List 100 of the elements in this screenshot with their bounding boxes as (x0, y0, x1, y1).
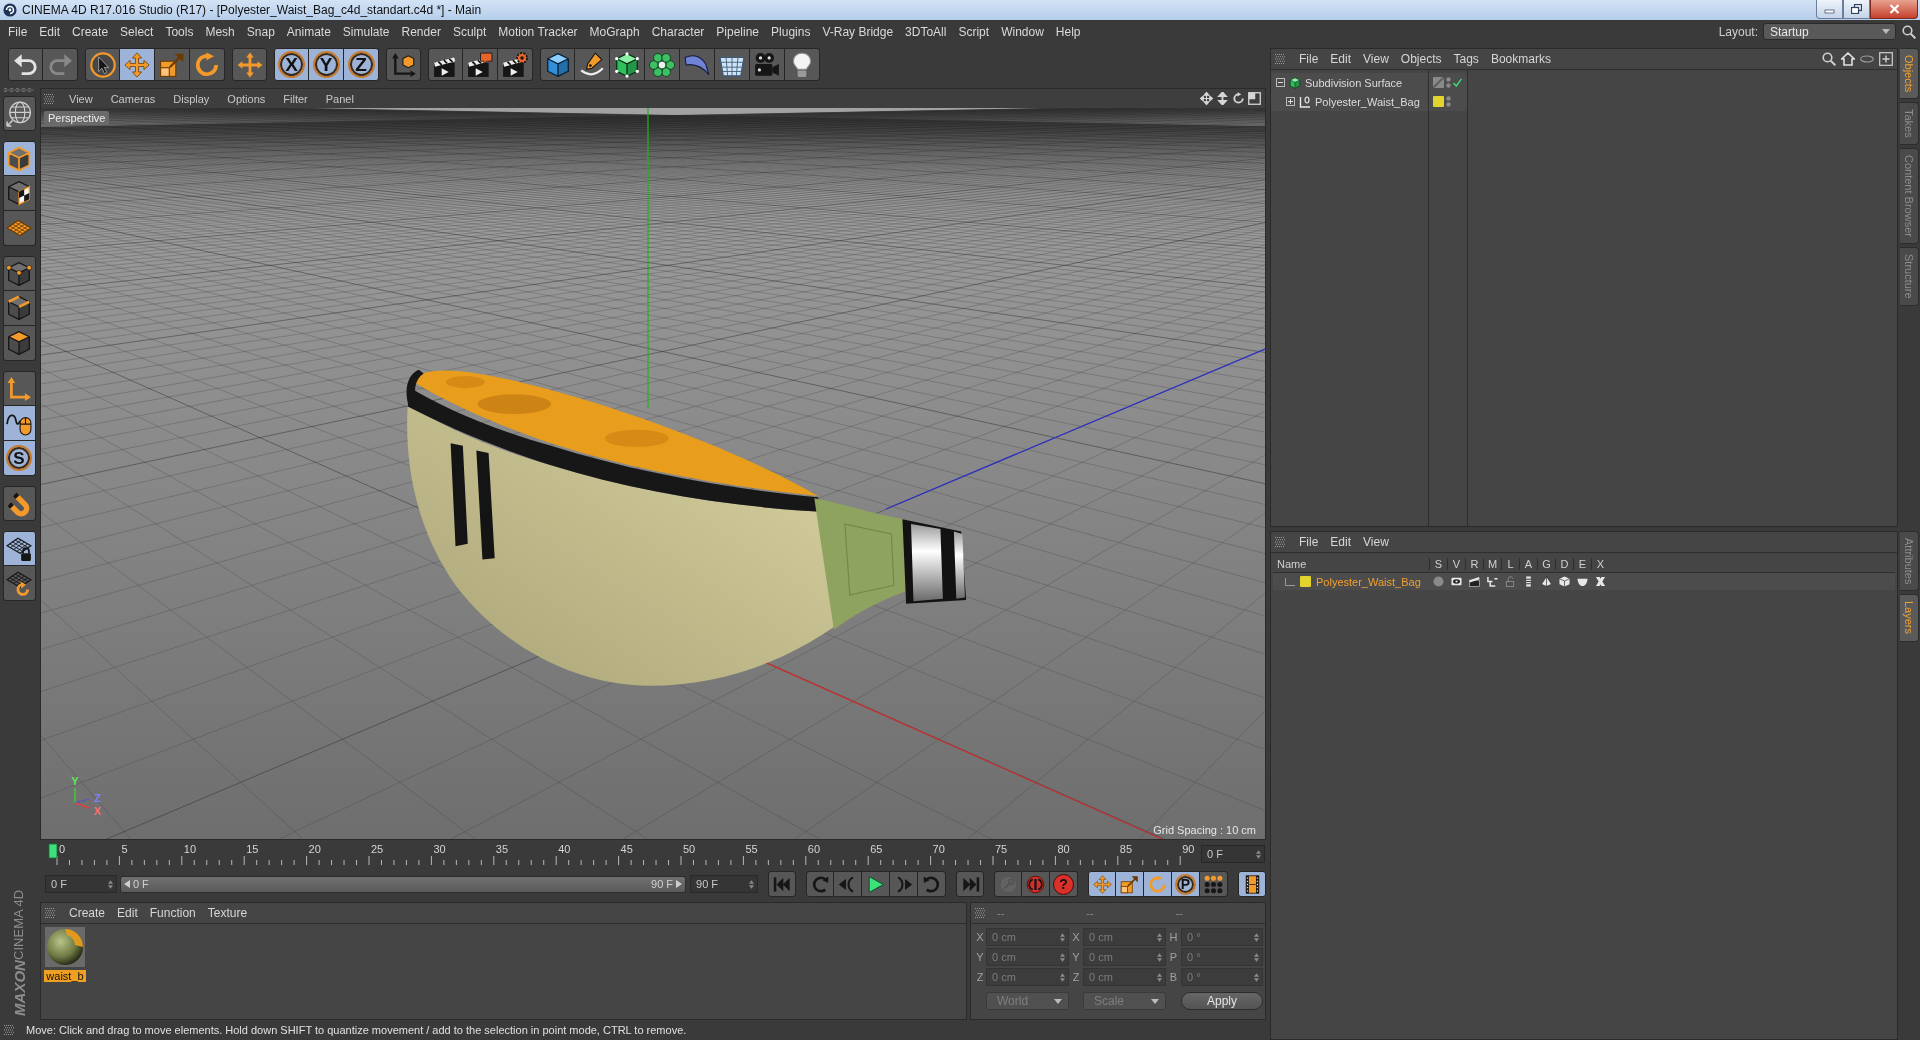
menu-item[interactable]: Select (114, 21, 160, 42)
menu-item[interactable]: Texture (201, 904, 254, 922)
grip-icon[interactable] (44, 93, 54, 104)
column-header[interactable]: E (1573, 557, 1591, 570)
points-mode-button[interactable] (2, 256, 36, 291)
eye-icon[interactable] (1450, 576, 1462, 587)
move-tool-button[interactable] (120, 48, 155, 81)
cube-button[interactable] (540, 48, 575, 81)
make-editable-button[interactable] (2, 96, 36, 131)
spinner-icon[interactable] (1157, 932, 1162, 942)
timeline-button[interactable] (1238, 871, 1266, 897)
edges-mode-button[interactable] (2, 291, 36, 326)
menu-item[interactable]: Function (143, 904, 202, 922)
search-icon[interactable] (1902, 24, 1916, 39)
bowl-icon[interactable] (1576, 576, 1588, 587)
autokey-button[interactable] (1022, 871, 1050, 897)
menu-item[interactable]: Animate (280, 21, 337, 42)
menu-item[interactable]: Mesh (199, 21, 241, 42)
plus-box-icon[interactable] (1286, 97, 1295, 106)
menu-item[interactable]: View (1357, 533, 1395, 551)
menu-item[interactable]: Character (645, 21, 711, 42)
go-to-end-button[interactable] (956, 871, 984, 897)
column-header[interactable]: G (1537, 557, 1555, 570)
next-key-button[interactable] (918, 871, 946, 897)
column-header[interactable]: L (1501, 557, 1519, 570)
solo-button[interactable]: S (2, 441, 36, 476)
menu-item[interactable]: V-Ray Bridge (816, 21, 900, 42)
transform-tool-button[interactable] (232, 48, 267, 81)
end-frame-field[interactable]: 90 F (690, 875, 758, 893)
workplane-align-button[interactable] (2, 566, 36, 601)
spinner-icon[interactable] (1060, 932, 1065, 942)
maximize-icon[interactable] (1248, 92, 1261, 105)
layer-row[interactable]: Polyester_Waist_Bag (1273, 573, 1895, 590)
menu-item[interactable]: Panel (316, 90, 363, 107)
cube-icon[interactable] (1558, 576, 1570, 587)
position-key-button[interactable] (1088, 871, 1116, 897)
column-header[interactable]: S (1429, 557, 1447, 570)
close-button[interactable] (1870, 0, 1918, 19)
column-header[interactable]: V (1447, 557, 1465, 570)
undo-button[interactable] (8, 48, 43, 81)
material-item[interactable]: waist_b (43, 927, 87, 982)
column-header[interactable]: D (1555, 557, 1573, 570)
menu-item[interactable]: File (1293, 50, 1325, 68)
menu-item[interactable]: Edit (111, 904, 144, 922)
column-header[interactable]: A (1519, 557, 1537, 570)
pyramid-icon[interactable] (1540, 576, 1552, 587)
plus-box-icon[interactable] (1879, 52, 1893, 66)
grip-icon[interactable] (975, 908, 985, 918)
four-arrows-icon[interactable] (1200, 92, 1213, 105)
light-button[interactable] (785, 48, 820, 81)
menu-item[interactable]: Edit (1324, 533, 1358, 551)
polygons-mode-button[interactable] (2, 326, 36, 361)
deformer-button[interactable] (680, 48, 715, 81)
restore-button[interactable] (1843, 0, 1870, 19)
picture-viewer-button[interactable] (463, 48, 498, 81)
axis-mode-button[interactable] (2, 371, 36, 406)
frame-range-slider[interactable]: 0 F 90 F (119, 875, 687, 893)
column-header[interactable]: R (1465, 557, 1483, 570)
model-mode-button[interactable] (2, 141, 36, 176)
column-header[interactable]: X (1591, 557, 1609, 570)
spinner-icon[interactable] (749, 879, 754, 889)
spinner-icon[interactable] (1256, 849, 1261, 859)
cross-icon[interactable] (1594, 576, 1606, 587)
hierarchy-icon[interactable] (1486, 576, 1498, 587)
rotate-tool-button[interactable] (190, 48, 225, 81)
menu-item[interactable]: Plugins (765, 21, 817, 42)
menu-item[interactable]: Simulate (336, 21, 396, 42)
layer-swatch-icon[interactable] (1300, 576, 1311, 587)
apply-button[interactable]: Apply (1181, 992, 1263, 1010)
menu-item[interactable]: Script (952, 21, 996, 42)
spinner-icon[interactable] (1157, 972, 1162, 982)
workplane-lock-button[interactable] (2, 531, 36, 566)
circular-arrow-icon[interactable] (1232, 92, 1245, 105)
point-level-button[interactable] (1200, 871, 1228, 897)
spinner-icon[interactable] (1254, 972, 1259, 982)
render-settings-button[interactable] (498, 48, 533, 81)
spinner-icon[interactable] (1060, 952, 1065, 962)
object-row[interactable]: Polyester_Waist_Bag (1271, 92, 1897, 111)
current-frame-field[interactable]: 0 F (1201, 845, 1265, 863)
scale-tool-button[interactable] (155, 48, 190, 81)
cloner-button[interactable] (645, 48, 680, 81)
menu-item[interactable]: File (1293, 533, 1325, 551)
oval-icon[interactable] (1860, 52, 1874, 66)
waist-bag-drawing[interactable] (406, 369, 967, 686)
menu-item[interactable]: Edit (33, 21, 67, 42)
menu-item[interactable]: Create (63, 904, 112, 922)
column-header[interactable]: M (1483, 557, 1501, 570)
menu-item[interactable]: Create (66, 21, 115, 42)
keyframe-selection-button[interactable]: ? (1050, 871, 1078, 897)
spinner-icon[interactable] (107, 879, 113, 889)
menu-item[interactable]: View (60, 90, 102, 107)
circle-icon[interactable] (1432, 576, 1444, 587)
two-dots-icon[interactable] (1446, 96, 1451, 107)
menu-item[interactable]: Edit (1324, 50, 1358, 68)
menu-item[interactable]: Filter (274, 90, 317, 107)
rotation-key-button[interactable] (1144, 871, 1172, 897)
two-dots-icon[interactable] (1446, 77, 1451, 88)
spinner-icon[interactable] (1060, 972, 1065, 982)
hatched-swatch-icon[interactable] (1433, 77, 1444, 88)
snap-button[interactable] (2, 486, 36, 521)
